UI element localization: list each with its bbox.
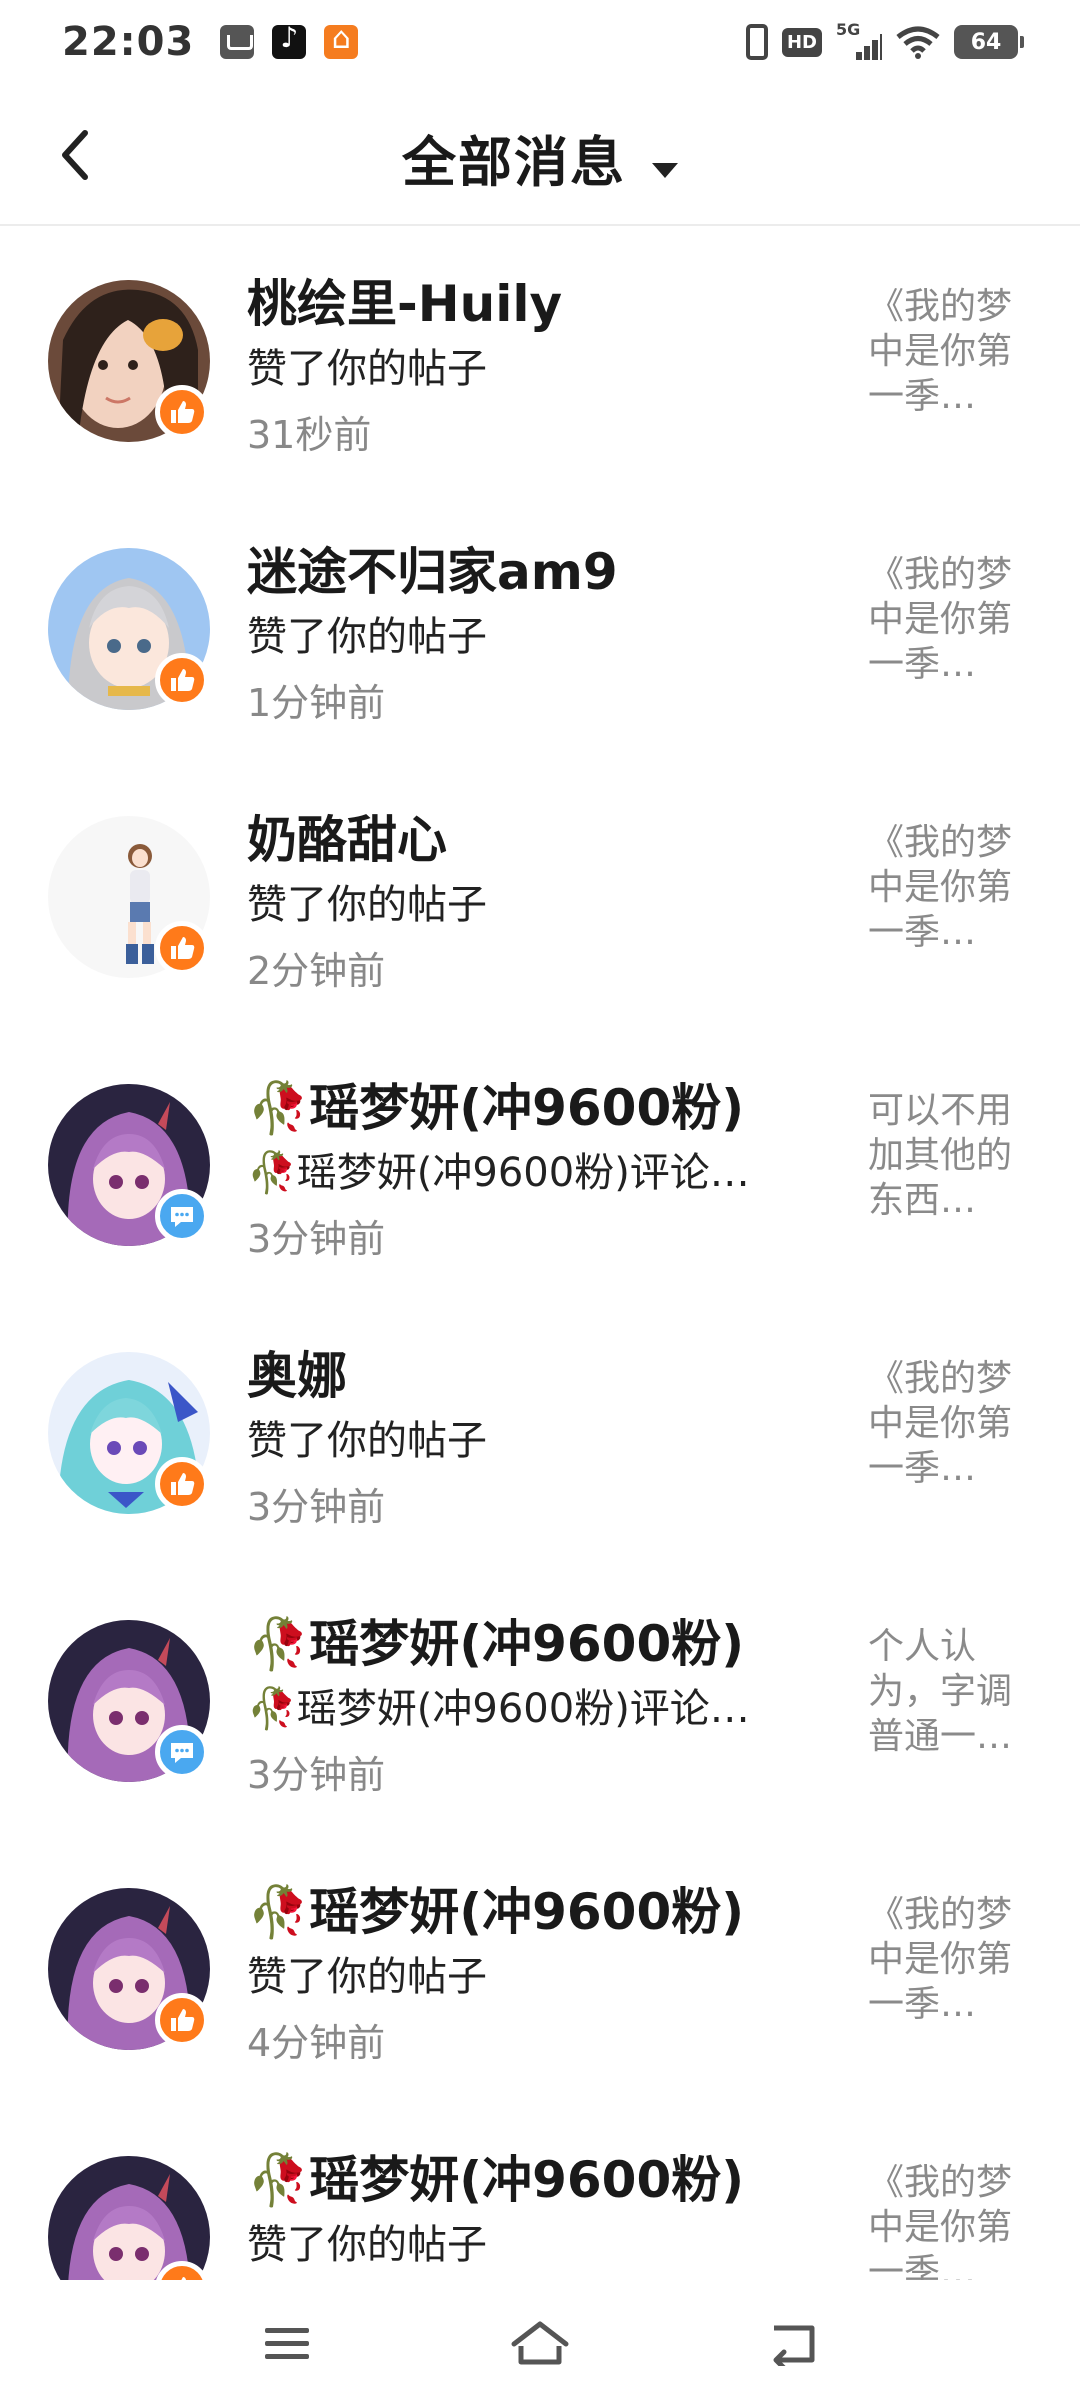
back-nav-button[interactable] — [748, 2299, 838, 2389]
action-text: 赞了你的帖子 — [247, 882, 487, 928]
post-preview[interactable]: 《我的梦中是你第一季… — [868, 552, 1020, 687]
timestamp: 3分钟前 — [247, 1753, 386, 1797]
timestamp: 3分钟前 — [247, 1217, 386, 1261]
wifi-icon — [896, 25, 940, 59]
clock: 22:03 — [62, 19, 195, 65]
message-item[interactable]: 奥娜 赞了你的帖子 3分钟前 《我的梦中是你第一季… — [0, 1300, 1080, 1568]
timestamp: 3分钟前 — [247, 1485, 386, 1529]
screen: 22:03 HD 5G 64 全部消息 — [0, 0, 1080, 2408]
like-badge — [155, 921, 209, 975]
sender-name[interactable]: 🥀瑶梦妍(冲9600粉) — [247, 2140, 744, 2212]
post-preview[interactable]: 《我的梦中是你第一季… — [868, 820, 1020, 955]
chat-bubble-icon — [171, 1207, 193, 1227]
sender-name[interactable]: 🥀瑶梦妍(冲9600粉) — [247, 1604, 744, 1676]
message-item[interactable]: 奶酪甜心 赞了你的帖子 2分钟前 《我的梦中是你第一季… — [0, 764, 1080, 1032]
home-button[interactable] — [495, 2299, 585, 2389]
system-nav-bar — [0, 2280, 1080, 2408]
timestamp: 2分钟前 — [247, 949, 386, 993]
post-preview[interactable]: 可以不用加其他的东西… — [868, 1088, 1020, 1223]
signal-icon: 5G — [836, 20, 882, 60]
action-text: 🥀瑶梦妍(冲9600粉)评论… — [247, 1150, 750, 1196]
like-badge — [155, 1457, 209, 1511]
comment-badge — [155, 1725, 209, 1779]
action-text: 赞了你的帖子 — [247, 1954, 487, 2000]
status-bar: 22:03 HD 5G 64 — [0, 0, 1080, 84]
post-preview[interactable]: 个人认为，字调普通一… — [868, 1624, 1020, 1759]
action-text: 赞了你的帖子 — [247, 2222, 487, 2268]
post-preview[interactable]: 《我的梦中是你第一季… — [868, 2160, 1020, 2295]
action-text: 🥀瑶梦妍(冲9600粉)评论… — [247, 1686, 750, 1732]
back-icon — [773, 2325, 815, 2366]
sender-name[interactable]: 奥娜 — [247, 1336, 347, 1408]
menu-button[interactable] — [242, 2299, 332, 2389]
thumbs-up-icon — [171, 669, 195, 691]
app-notification-icon — [324, 21, 359, 59]
thumbs-up-icon — [171, 937, 195, 959]
battery-level: 64 — [970, 29, 1002, 55]
system-icons: HD 5G 64 — [745, 20, 1024, 60]
message-list: 桃绘里-Huily 赞了你的帖子 31秒前 《我的梦中是你第一季… 迷途不归家a… — [0, 228, 1080, 2372]
like-badge — [155, 385, 209, 439]
thumbs-up-icon — [171, 2009, 195, 2031]
timestamp: 1分钟前 — [247, 681, 386, 725]
thumbs-up-icon — [171, 1473, 195, 1495]
sender-name[interactable]: 🥀瑶梦妍(冲9600粉) — [247, 1872, 744, 1944]
thumbs-up-icon — [171, 401, 195, 423]
sender-name[interactable]: 桃绘里-Huily — [247, 264, 562, 336]
post-preview[interactable]: 《我的梦中是你第一季… — [868, 1356, 1020, 1491]
action-text: 赞了你的帖子 — [247, 614, 487, 660]
action-text: 赞了你的帖子 — [247, 346, 487, 392]
battery-icon: 64 — [954, 25, 1024, 59]
message-item[interactable]: 🥀瑶梦妍(冲9600粉) 🥀瑶梦妍(冲9600粉)评论… 3分钟前 个人认为，字… — [0, 1568, 1080, 1836]
post-preview[interactable]: 《我的梦中是你第一季… — [868, 1892, 1020, 2027]
inbox-notification-icon — [220, 25, 255, 59]
vibrate-icon — [745, 24, 768, 60]
sender-name[interactable]: 奶酪甜心 — [247, 800, 447, 872]
message-item[interactable]: 桃绘里-Huily 赞了你的帖子 31秒前 《我的梦中是你第一季… — [0, 228, 1080, 496]
caret-down-icon — [652, 163, 678, 178]
timestamp: 4分钟前 — [247, 2021, 386, 2065]
top-nav: 全部消息 — [0, 84, 1080, 226]
title-dropdown[interactable]: 全部消息 — [0, 118, 1080, 197]
tiktok-notification-icon — [272, 21, 307, 59]
post-preview[interactable]: 《我的梦中是你第一季… — [868, 284, 1020, 419]
hd-icon: HD — [781, 27, 822, 57]
like-badge — [155, 653, 209, 707]
message-item[interactable]: 🥀瑶梦妍(冲9600粉) 🥀瑶梦妍(冲9600粉)评论… 3分钟前 可以不用加其… — [0, 1032, 1080, 1300]
notification-icons — [220, 21, 359, 59]
home-icon — [511, 2321, 569, 2365]
timestamp: 31秒前 — [247, 413, 372, 457]
sender-name[interactable]: 🥀瑶梦妍(冲9600粉) — [247, 1068, 744, 1140]
action-text: 赞了你的帖子 — [247, 1418, 487, 1464]
chat-bubble-icon — [171, 1743, 193, 1763]
like-badge — [155, 1993, 209, 2047]
message-item[interactable]: 迷途不归家am9 赞了你的帖子 1分钟前 《我的梦中是你第一季… — [0, 496, 1080, 764]
menu-icon — [264, 2328, 309, 2359]
page-title: 全部消息 — [402, 131, 626, 194]
comment-badge — [155, 1189, 209, 1243]
sender-name[interactable]: 迷途不归家am9 — [247, 532, 618, 604]
network-type: 5G — [836, 20, 861, 39]
message-item[interactable]: 🥀瑶梦妍(冲9600粉) 赞了你的帖子 4分钟前 《我的梦中是你第一季… — [0, 1836, 1080, 2104]
